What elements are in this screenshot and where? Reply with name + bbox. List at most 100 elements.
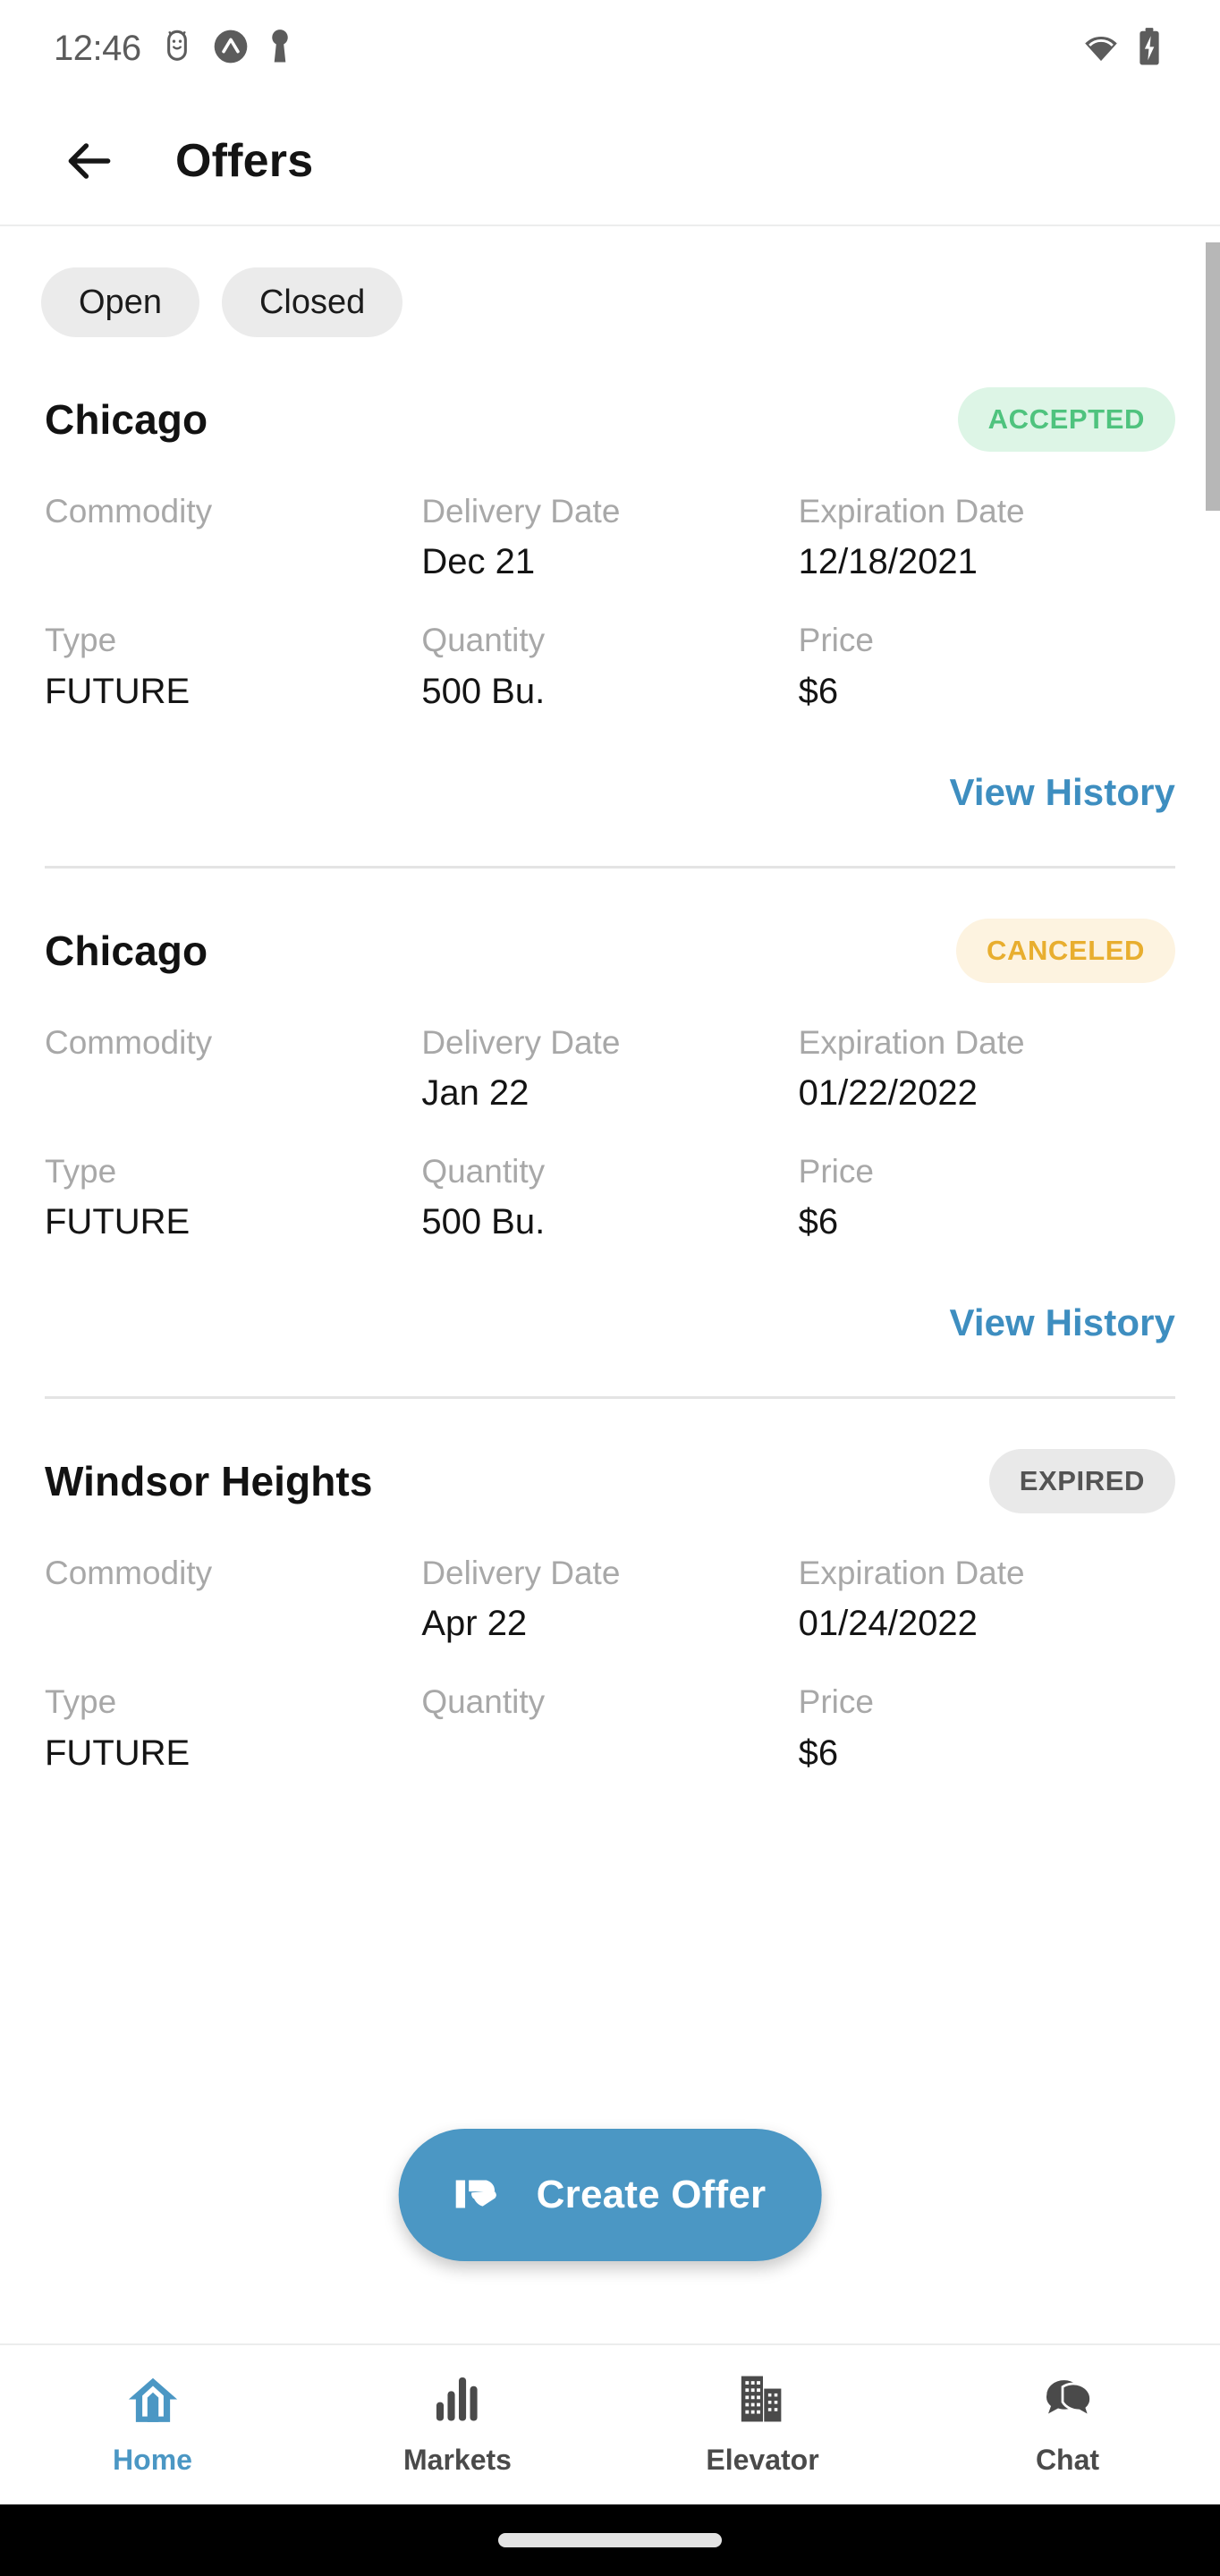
field-delivery-date: Delivery Date Dec 21 [421,491,798,586]
field-commodity: Commodity [45,1553,421,1648]
nav-label: Elevator [706,2444,819,2476]
offer-card[interactable]: Chicago ACCEPTED Commodity Delivery Date… [0,337,1220,869]
offer-card-header: Chicago ACCEPTED [45,337,1175,452]
offers-scroll-container[interactable]: Open Closed Chicago ACCEPTED Commodity D… [0,226,1220,2343]
field-price: Price $6 [799,620,1175,715]
field-label: Commodity [45,1555,213,1591]
field-quantity: Quantity 500 Bu. [421,620,798,715]
filter-chip-group: Open Closed [0,226,1220,337]
field-value [45,1069,421,1117]
view-history-link[interactable]: View History [949,1301,1175,1344]
nav-item-markets[interactable]: Markets [305,2345,610,2504]
bottom-navigation: Home Markets Elevator Chat [0,2343,1220,2504]
field-delivery-date: Delivery Date Jan 22 [421,1022,798,1117]
field-value: 01/22/2022 [798,1072,978,1113]
offer-card-footer: View History [45,1246,1175,1344]
field-label: Commodity [45,493,213,530]
field-value: $6 [798,1733,839,1773]
nav-item-chat[interactable]: Chat [915,2345,1220,2504]
field-label: Type [45,622,117,659]
field-commodity: Commodity [45,491,421,586]
field-label: Expiration Date [798,1555,1025,1591]
offer-card-header: Chicago CANCELED [45,869,1175,983]
field-expiration-date: Expiration Date 12/18/2021 [799,491,1175,586]
field-value: $6 [798,1202,839,1241]
field-value: 500 Bu. [421,671,546,711]
view-history-link[interactable]: View History [949,771,1175,814]
nav-label: Chat [1035,2444,1100,2476]
grid-row-spacer [45,1648,1175,1682]
field-label: Type [45,1683,117,1721]
field-value: FUTURE [45,671,191,711]
offer-card-header: Windsor Heights EXPIRED [45,1399,1175,1513]
filter-chip-closed[interactable]: Closed [221,267,403,337]
offer-card[interactable]: Chicago CANCELED Commodity Delivery Date… [0,869,1220,1399]
create-offer-label: Create Offer [536,2173,767,2216]
field-commodity: Commodity [45,1022,421,1117]
battery-charging-icon [1138,27,1161,71]
field-label: Quantity [421,1683,546,1721]
field-label: Quantity [421,1152,546,1190]
field-label: Delivery Date [421,493,621,530]
status-badge: ACCEPTED [957,387,1175,452]
status-badge: EXPIRED [988,1449,1175,1513]
status-time: 12:46 [54,28,141,68]
field-label: Price [798,622,874,659]
nav-item-elevator[interactable]: Elevator [610,2345,915,2504]
field-value: $6 [798,671,839,711]
field-quantity: Quantity [421,1682,798,1776]
offer-field-grid: Commodity Delivery Date Apr 22 Expiratio… [45,1553,1175,1777]
page-title: Offers [175,134,314,187]
field-value: FUTURE [45,1202,191,1241]
field-label: Price [798,1683,874,1721]
field-quantity: Quantity 500 Bu. [421,1151,798,1246]
system-navigation-bar [0,2504,1220,2576]
status-bar-right [1080,27,1177,71]
field-type: Type FUTURE [45,620,421,715]
filter-chip-open[interactable]: Open [41,267,199,337]
wifi-icon [1080,29,1122,69]
offer-card-footer: View History [45,716,1175,814]
nav-item-home[interactable]: Home [0,2345,305,2504]
arrow-left-icon [68,142,111,179]
field-value [45,538,421,586]
status-bar-left: 12:46 [54,28,292,70]
status-badge: CANCELED [955,918,1175,983]
field-price: Price $6 [799,1151,1175,1246]
field-value: Dec 21 [421,542,536,582]
back-button[interactable] [52,123,127,199]
nav-label: Home [113,2444,192,2476]
vertical-scrollbar-thumb[interactable] [1206,242,1220,511]
offer-field-grid: Commodity Delivery Date Jan 22 Expiratio… [45,1022,1175,1247]
field-label: Expiration Date [798,1023,1025,1061]
field-value: Jan 22 [421,1072,530,1113]
grid-row-spacer [45,1117,1175,1151]
field-label: Commodity [45,1023,213,1061]
field-expiration-date: Expiration Date 01/24/2022 [799,1553,1175,1648]
app-bar: Offers [0,97,1220,226]
offer-location: Chicago [45,396,208,443]
status-bar: 12:46 [0,0,1220,97]
key-icon [268,28,292,70]
field-value [421,1729,798,1777]
field-value: 12/18/2021 [798,542,978,582]
field-label: Expiration Date [798,493,1025,530]
field-value: 500 Bu. [421,1202,546,1241]
offer-location: Windsor Heights [45,1458,373,1504]
field-value: 01/24/2022 [798,1604,978,1644]
field-label: Quantity [421,622,546,659]
field-value: FUTURE [45,1733,191,1773]
offer-field-grid: Commodity Delivery Date Dec 21 Expiratio… [45,491,1175,716]
field-label: Type [45,1152,117,1190]
home-icon [125,2373,181,2429]
app-badge-icon [213,29,249,69]
gesture-home-pill[interactable] [498,2533,722,2547]
create-offer-button[interactable]: Create Offer [398,2129,822,2261]
grid-row-spacer [45,586,1175,620]
hand-offer-icon [454,2173,510,2218]
field-price: Price $6 [799,1682,1175,1776]
field-type: Type FUTURE [45,1151,421,1246]
field-label: Delivery Date [421,1023,621,1061]
offer-card[interactable]: Windsor Heights EXPIRED Commodity Delive… [0,1399,1220,1777]
buildings-icon [738,2373,788,2429]
